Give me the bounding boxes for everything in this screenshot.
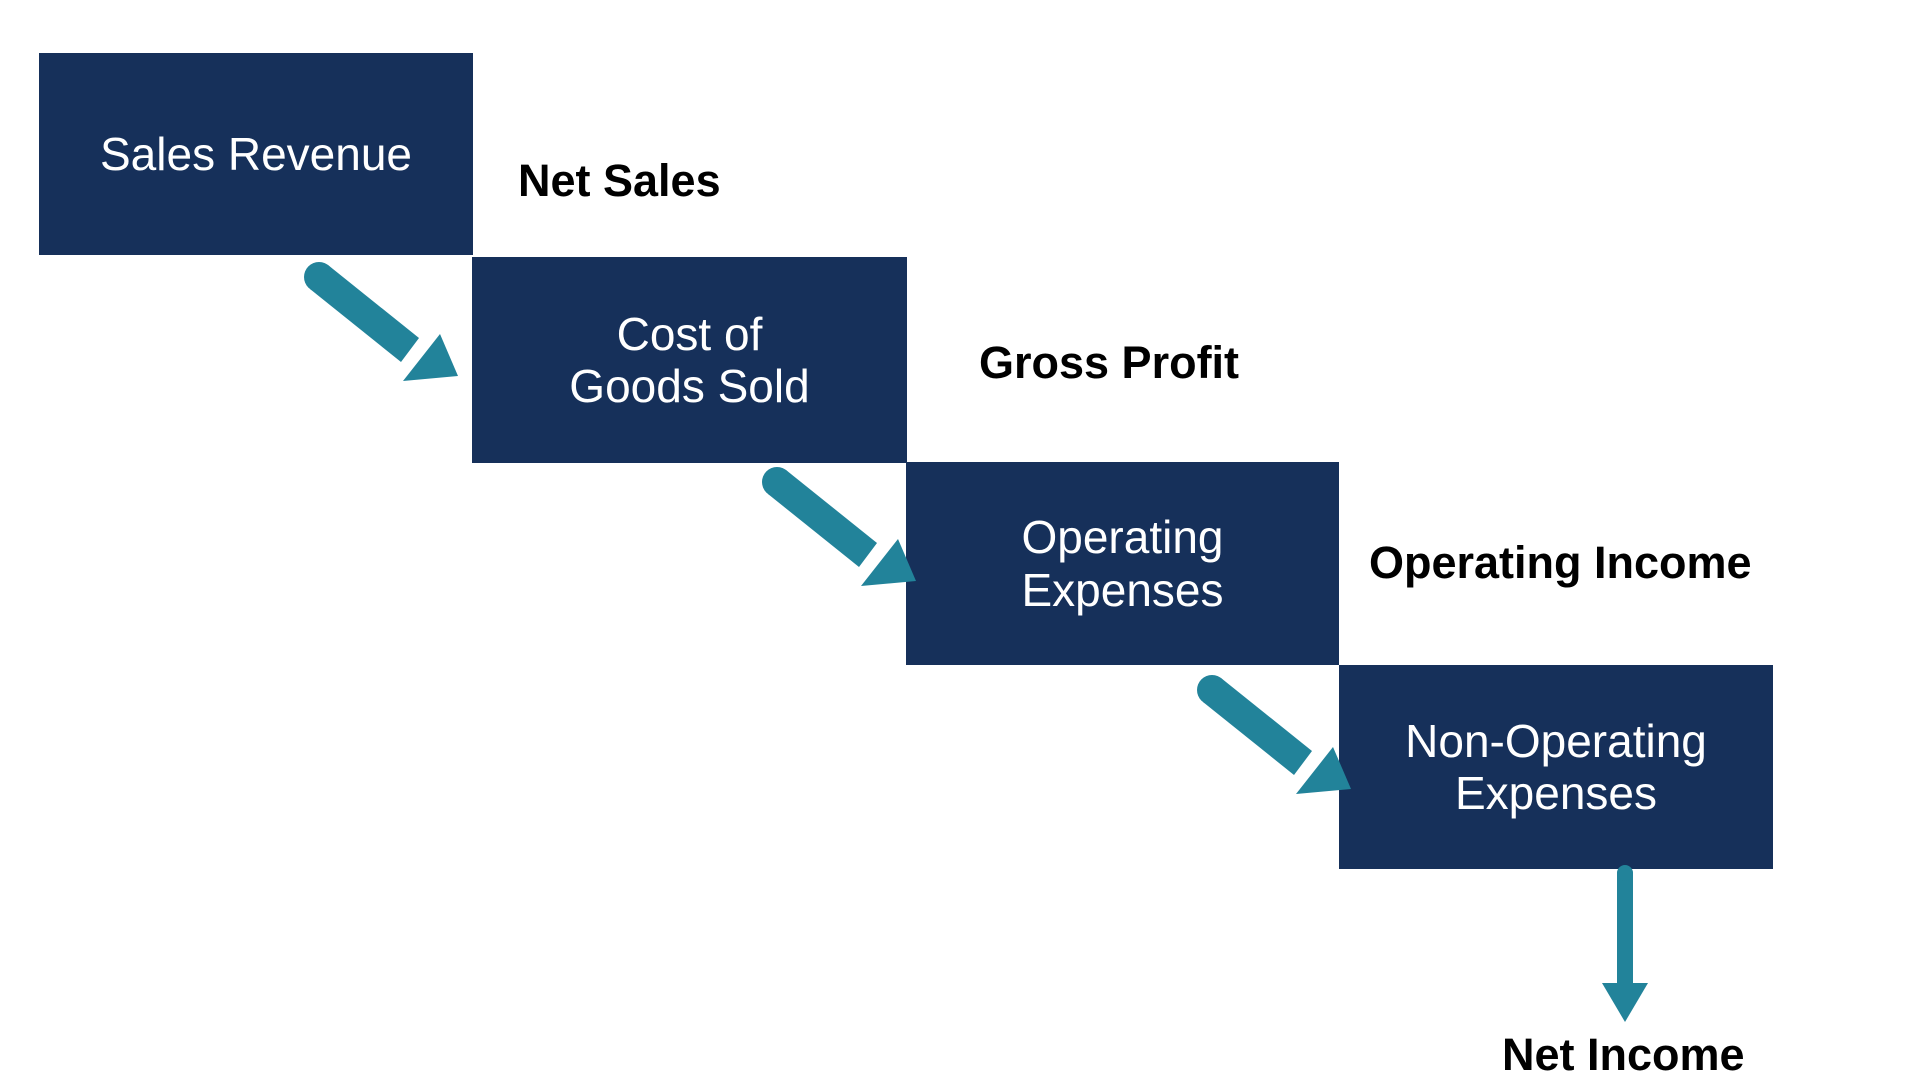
step-box-label-sales-revenue: Sales Revenue	[100, 127, 412, 180]
subtotal-label-net-sales: Net Sales	[518, 155, 721, 206]
step-box-label-cost-of-goods-sold: Cost of Goods Sold	[569, 307, 810, 412]
diagram-canvas: Sales Revenue Cost of Goods Sold Operati…	[0, 0, 1920, 1080]
subtotal-label-operating-income: Operating Income	[1369, 537, 1752, 588]
arrow-operating-expenses-to-non-operating-icon	[1197, 675, 1351, 794]
step-box-cost-of-goods-sold[interactable]: Cost of Goods Sold	[472, 257, 907, 463]
arrow-sales-to-cogs-icon	[304, 262, 458, 381]
step-box-label-operating-expenses: Operating Expenses	[1021, 511, 1224, 616]
step-box-label-non-operating-expenses: Non-Operating Expenses	[1405, 714, 1707, 819]
subtotal-label-gross-profit: Gross Profit	[979, 337, 1240, 388]
subtotal-label-net-income: Net Income	[1502, 1029, 1745, 1080]
step-box-operating-expenses[interactable]: Operating Expenses	[906, 462, 1339, 665]
step-box-non-operating-expenses[interactable]: Non-Operating Expenses	[1339, 665, 1773, 869]
arrow-non-operating-to-net-income-icon	[1602, 865, 1648, 1022]
step-box-sales-revenue[interactable]: Sales Revenue	[39, 53, 473, 255]
